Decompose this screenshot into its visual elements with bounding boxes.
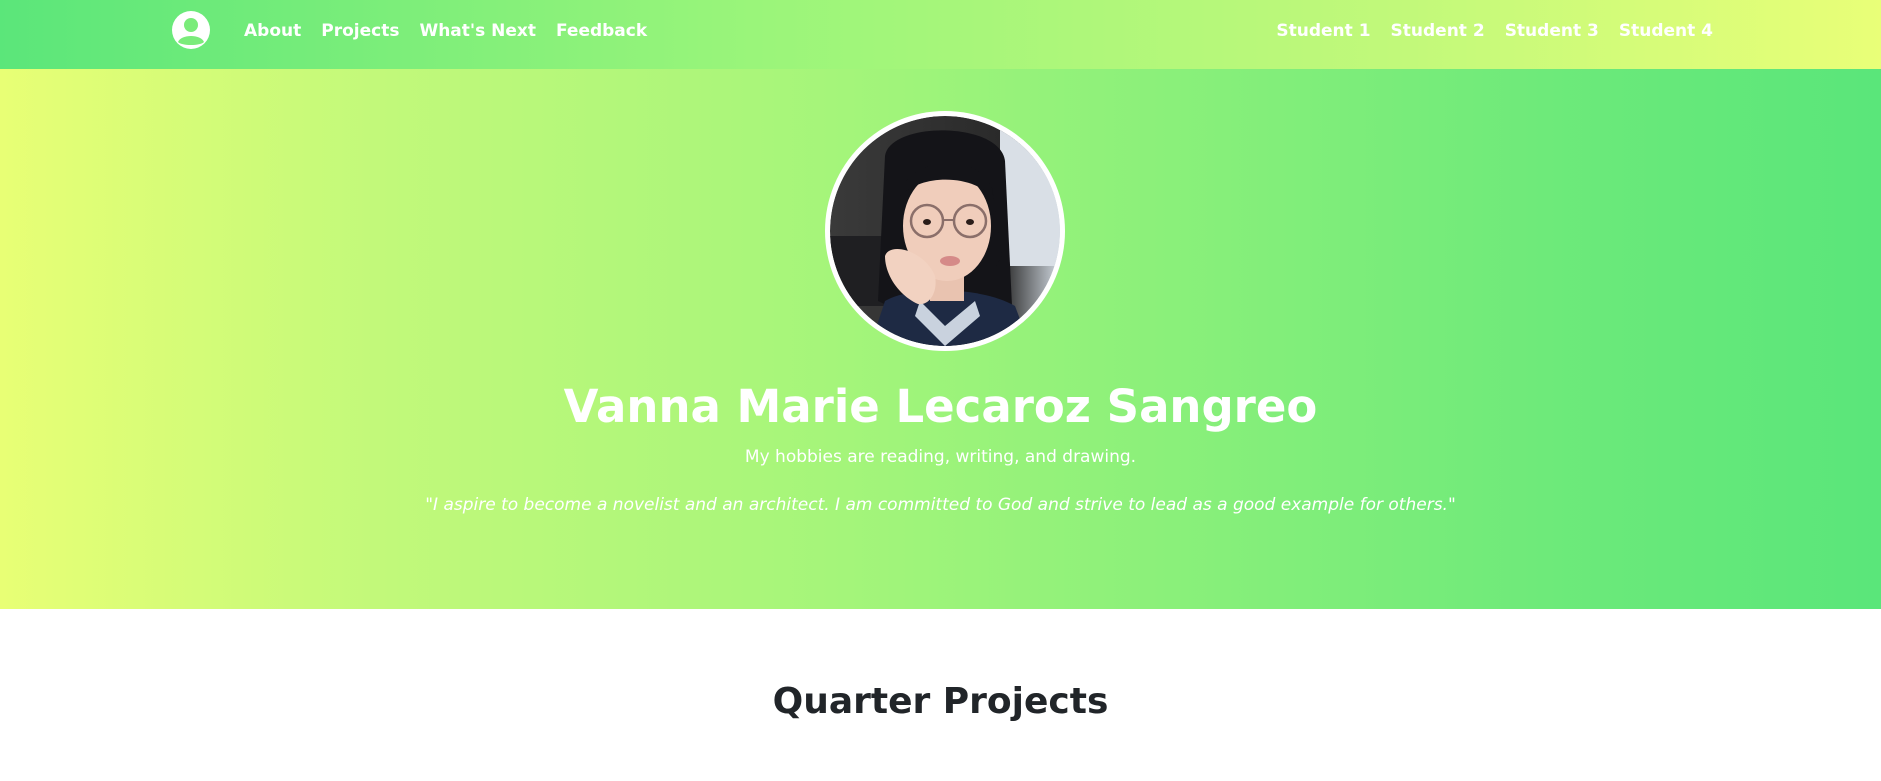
nav-link-whats-next[interactable]: What's Next	[409, 21, 546, 41]
user-circle-icon[interactable]	[171, 10, 211, 50]
nav-student-links: Student 1 Student 2 Student 3 Student 4	[1266, 0, 1713, 61]
hobbies-text: My hobbies are reading, writing, and dra…	[744, 447, 1137, 467]
student-name: Vanna Marie Lecaroz Sangreo	[563, 380, 1318, 433]
nav-link-about[interactable]: About	[244, 21, 311, 41]
nav-link-student-4[interactable]: Student 4	[1609, 21, 1713, 41]
profile-photo	[830, 116, 1060, 346]
nav-link-student-2[interactable]: Student 2	[1381, 21, 1495, 41]
hero-section: Vanna Marie Lecaroz Sangreo My hobbies a…	[0, 69, 1881, 609]
nav-link-feedback[interactable]: Feedback	[546, 21, 657, 41]
nav-link-student-3[interactable]: Student 3	[1495, 21, 1609, 41]
aspiration-quote: "I aspire to become a novelist and an ar…	[425, 495, 1456, 515]
top-navbar: About Projects What's Next Feedback Stud…	[0, 0, 1881, 69]
quarter-projects-heading: Quarter Projects	[772, 681, 1109, 722]
nav-link-projects[interactable]: Projects	[311, 21, 409, 41]
profile-photo-frame	[825, 111, 1065, 351]
nav-main-links: About Projects What's Next Feedback	[244, 0, 657, 61]
nav-link-student-1[interactable]: Student 1	[1266, 21, 1380, 41]
